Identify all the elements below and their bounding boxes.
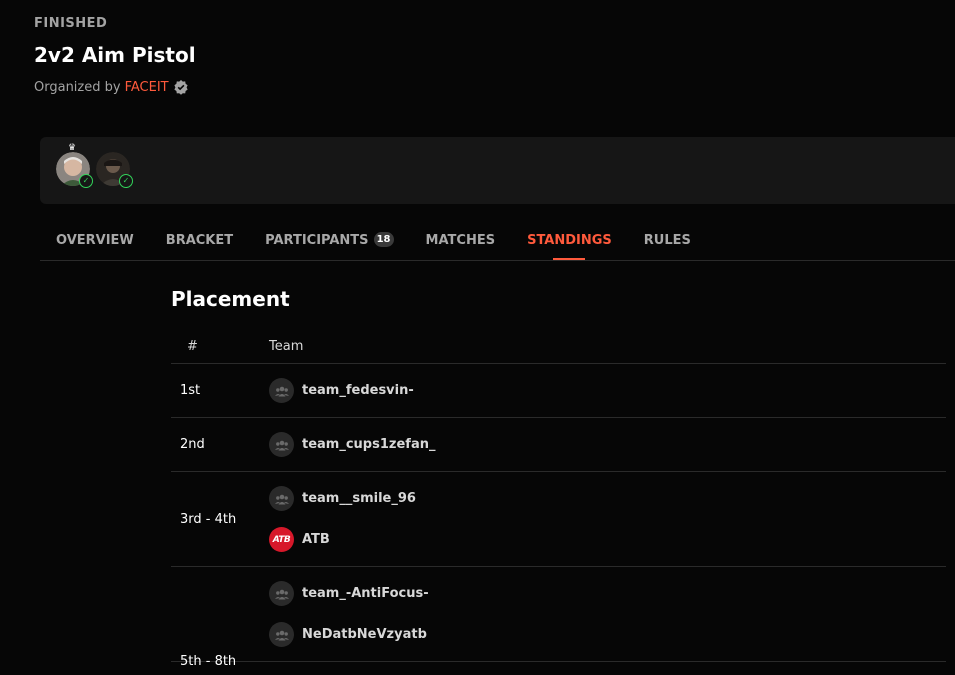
team-entry[interactable]: team_fedesvin- bbox=[269, 378, 414, 403]
placement-table: # Team 1st team_fedesvin- 2nd team_cups1… bbox=[171, 330, 946, 669]
team-placeholder-icon bbox=[269, 581, 294, 606]
team-name: NeDatbNeVzyatb bbox=[302, 627, 427, 642]
tab-label: OVERVIEW bbox=[56, 233, 134, 248]
team-name: team__smile_96 bbox=[302, 491, 416, 506]
online-check-icon: ✓ bbox=[119, 174, 133, 188]
tab-matches[interactable]: MATCHES bbox=[410, 224, 512, 260]
rank-cell: 2nd bbox=[180, 437, 205, 452]
team-entry[interactable]: team__smile_96 bbox=[269, 486, 416, 511]
tab-overview[interactable]: OVERVIEW bbox=[40, 224, 150, 260]
team-placeholder-icon bbox=[269, 378, 294, 403]
organized-by-label: Organized by bbox=[34, 79, 121, 95]
team-entry[interactable]: team_-AntiFocus- bbox=[269, 581, 429, 606]
team-name: ATB bbox=[302, 532, 330, 547]
team-entry[interactable]: team_cups1zefan_ bbox=[269, 432, 435, 457]
team-name: team_cups1zefan_ bbox=[302, 437, 436, 452]
organizer-link[interactable]: FACEIT bbox=[125, 80, 169, 95]
team-placeholder-icon bbox=[269, 432, 294, 457]
table-row: 3rd - 4th team__smile_96 ATB ATB bbox=[171, 472, 946, 567]
rank-cell: 3rd - 4th bbox=[180, 511, 237, 527]
tab-standings[interactable]: STANDINGS bbox=[511, 224, 628, 260]
tab-label: STANDINGS bbox=[527, 233, 612, 248]
crown-icon: ♛ bbox=[68, 143, 77, 153]
tab-bracket[interactable]: BRACKET bbox=[150, 224, 249, 260]
admin-avatar[interactable]: ♛ ✓ bbox=[56, 143, 93, 188]
tournament-title: 2v2 Aim Pistol bbox=[34, 43, 196, 67]
tournament-tabs: OVERVIEW BRACKET PARTICIPANTS 18 MATCHES… bbox=[40, 224, 955, 261]
rank-column-header: # bbox=[187, 339, 198, 354]
rank-cell: 5th - 8th bbox=[180, 654, 237, 669]
tab-participants[interactable]: PARTICIPANTS 18 bbox=[249, 224, 409, 260]
tab-label: PARTICIPANTS bbox=[265, 233, 369, 248]
organizers-panel: ♛ ✓ ✓ bbox=[40, 137, 955, 204]
rank-cell: 1st bbox=[180, 383, 201, 398]
table-header: # Team bbox=[171, 330, 946, 364]
tab-rules[interactable]: RULES bbox=[628, 224, 707, 260]
placement-heading: Placement bbox=[171, 287, 290, 311]
participants-count-badge: 18 bbox=[373, 232, 394, 247]
tab-label: BRACKET bbox=[165, 233, 234, 248]
atb-logo-text: ATB bbox=[272, 534, 291, 545]
table-row: 1st team_fedesvin- bbox=[171, 364, 946, 418]
team-name: team_-AntiFocus- bbox=[302, 586, 429, 601]
team-placeholder-icon bbox=[269, 486, 294, 511]
team-entry[interactable]: ATB ATB bbox=[269, 527, 416, 552]
table-row: 2nd team_cups1zefan_ bbox=[171, 418, 946, 472]
team-name: team_fedesvin- bbox=[302, 383, 414, 398]
team-placeholder-icon bbox=[269, 622, 294, 647]
team-entry[interactable]: NeDatbNeVzyatb bbox=[269, 622, 429, 647]
verified-badge-icon bbox=[173, 79, 189, 95]
team-column-header: Team bbox=[269, 339, 304, 354]
organizer-line: Organized by FACEIT bbox=[34, 79, 189, 95]
table-row: 5th - 8th team_-AntiFocus- NeDatbNeVzyat… bbox=[171, 567, 946, 669]
tab-label: MATCHES bbox=[425, 233, 496, 248]
tournament-status: FINISHED bbox=[34, 16, 108, 31]
atb-team-logo: ATB bbox=[269, 527, 294, 552]
tab-label: RULES bbox=[643, 233, 691, 248]
online-check-icon: ✓ bbox=[79, 174, 93, 188]
moderator-avatar[interactable]: ✓ bbox=[96, 152, 133, 188]
